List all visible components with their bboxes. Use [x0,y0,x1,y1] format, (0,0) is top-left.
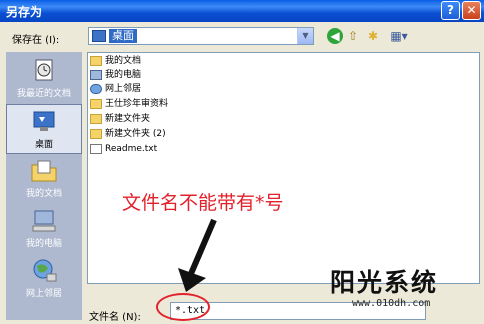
computer-icon [90,69,102,80]
file-list[interactable]: 我的文档 我的电脑 网上邻居 王仕珍年审资料 新建文件夹 新建文件夹 (2) R… [87,52,480,284]
views-menu-icon[interactable]: ▦▾ [387,28,411,44]
close-button[interactable]: ✕ [462,1,481,20]
folder-icon [90,55,102,66]
file-name: 王仕珍年审资料 [105,99,169,109]
place-label: 我的电脑 [25,239,62,249]
save-in-label: 保存在 (I): [12,35,60,46]
title-bar[interactable]: 另存为 ? ✕ [0,0,484,22]
list-item[interactable]: Readme.txt [90,142,157,156]
place-label: 我的文档 [25,189,62,199]
back-icon[interactable]: ◀ [327,28,343,44]
file-name: 新建文件夹 [105,114,151,124]
list-item[interactable]: 我的电脑 [90,68,141,82]
folder-icon [90,113,102,124]
places-bar: 我最近的文档 桌面 我的文档 我的电脑 网上邻居 [6,52,82,320]
place-desktop[interactable]: 桌面 [6,104,82,154]
watermark-url: www.010dh.com [352,298,431,309]
file-name: 网上邻居 [105,84,142,94]
place-my-computer[interactable]: 我的电脑 [6,204,82,254]
my-documents-icon [31,160,57,182]
recent-documents-icon [35,59,53,81]
list-item[interactable]: 新建文件夹 [90,112,150,126]
window-title: 另存为 [6,5,43,19]
file-name: 我的文档 [105,56,142,66]
place-label: 桌面 [34,140,53,150]
place-my-documents[interactable]: 我的文档 [6,154,82,204]
new-folder-icon[interactable]: ✱ [365,28,381,44]
desktop-icon [33,111,55,131]
folder-icon [90,128,102,139]
annotation-arrow-icon [178,218,217,292]
network-icon [90,83,102,94]
place-label: 我最近的文档 [16,89,71,99]
chevron-down-icon[interactable]: ▼ [297,28,313,44]
place-recent-documents[interactable]: 我最近的文档 [6,54,82,104]
save-in-dropdown[interactable]: 桌面 ▼ [88,27,314,45]
place-network[interactable]: 网上邻居 [6,254,82,304]
text-file-icon [90,143,102,154]
filename-label: 文件名 (N): [89,312,141,323]
highlight-ellipse [156,293,210,321]
file-name: 我的电脑 [105,70,142,80]
save-in-value: 桌面 [109,29,137,43]
desktop-icon [92,30,106,42]
list-item[interactable]: 我的文档 [90,54,141,68]
annotation-text: 文件名不能带有*号 [122,192,284,214]
network-icon [33,259,57,282]
my-computer-icon [32,210,56,232]
list-item[interactable]: 王仕珍年审资料 [90,97,168,111]
place-label: 网上邻居 [25,289,62,299]
folder-icon [90,98,102,109]
up-folder-icon[interactable]: ⇧ [345,28,361,44]
list-item[interactable]: 网上邻居 [90,82,141,96]
file-name: 新建文件夹 (2) [105,129,166,139]
file-name: Readme.txt [105,144,158,154]
list-item[interactable]: 新建文件夹 (2) [90,127,166,141]
watermark-logo: 阳光系统 [330,268,439,297]
help-button[interactable]: ? [441,1,460,20]
